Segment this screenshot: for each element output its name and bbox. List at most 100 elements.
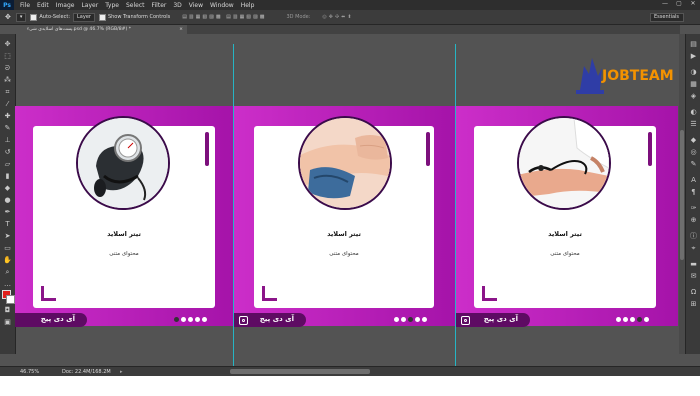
pagination-dot[interactable] <box>202 317 207 322</box>
menu-edit[interactable]: Edit <box>37 2 49 9</box>
clone-stamp-icon[interactable]: ⊥ <box>3 136 12 144</box>
lasso-tool-icon[interactable]: ᘐ <box>3 64 12 72</box>
align-icons[interactable]: ▤▥▦▧▨▩ ▤▥▦▧▨▩ <box>182 14 266 20</box>
move-tool-icon[interactable]: ✥ <box>5 13 11 21</box>
jobteam-watermark: JOBTEAM <box>572 52 674 96</box>
layers-panel-icon[interactable]: ◆ <box>689 136 698 144</box>
menu-select[interactable]: Select <box>126 2 145 9</box>
hand-tool-icon[interactable]: ✋ <box>3 256 12 264</box>
watermark-text: JOBTEAM <box>602 68 674 84</box>
arm-cuff-icon <box>298 116 392 210</box>
pagination-dot[interactable] <box>616 317 621 322</box>
card-accent-bar <box>205 132 209 166</box>
auto-select-checkbox[interactable] <box>30 13 38 21</box>
menu-help[interactable]: Help <box>241 2 255 9</box>
healing-brush-icon[interactable]: ✚ <box>3 112 12 120</box>
timeline-panel-icon[interactable]: ▬ <box>689 260 698 268</box>
layer-dropdown[interactable]: Layer <box>73 12 95 22</box>
pagination-dot[interactable] <box>394 317 399 322</box>
vertical-scrollbar-thumb[interactable] <box>680 130 684 260</box>
character-panel-icon[interactable]: A <box>689 176 698 184</box>
slide-title: تیتر اسلاید <box>327 230 361 238</box>
pagination-dot[interactable] <box>195 317 200 322</box>
navigator-panel-icon[interactable]: ⌖ <box>689 244 698 252</box>
brush-panel-icon[interactable]: ✑ <box>689 204 698 212</box>
paragraph-panel-icon[interactable]: ¶ <box>689 188 698 196</box>
close-tab-icon[interactable]: × <box>179 25 183 34</box>
slide-pagination <box>394 317 427 322</box>
channels-panel-icon[interactable]: ◎ <box>689 148 698 156</box>
eraser-icon[interactable]: ▱ <box>3 160 12 168</box>
brand-footer: آی دی پیج <box>456 313 530 327</box>
document-tab-title: پست‌های اسلایدی شیء.psd @ 46.7% (RGB/8#)… <box>27 27 132 32</box>
menu-3d[interactable]: 3D <box>173 2 181 9</box>
pagination-dot[interactable] <box>644 317 649 322</box>
pagination-dot[interactable] <box>422 317 427 322</box>
quick-mask-icon[interactable]: ◘ <box>3 306 12 314</box>
horizontal-scrollbar-thumb[interactable] <box>230 369 370 374</box>
pagination-dot-active[interactable] <box>174 317 179 322</box>
color-panel-icon[interactable]: ◑ <box>689 68 698 76</box>
path-select-icon[interactable]: ➤ <box>3 232 12 240</box>
info-panel-icon[interactable]: ⓘ <box>689 232 698 240</box>
history-panel-icon[interactable]: ▤ <box>689 40 698 48</box>
screen-mode-icon[interactable]: ▣ <box>3 318 12 326</box>
properties-panel-icon[interactable]: ☰ <box>689 120 698 128</box>
pen-tool-icon[interactable]: ✒ <box>3 208 12 216</box>
menu-file[interactable]: File <box>20 2 30 9</box>
swatches-panel-icon[interactable]: ▦ <box>689 80 698 88</box>
transform-controls-checkbox[interactable] <box>98 13 106 21</box>
move-tool-icon[interactable]: ✥ <box>3 40 12 48</box>
brush-tool-icon[interactable]: ✎ <box>3 124 12 132</box>
transform-controls-label: Show Transform Controls <box>107 14 171 20</box>
maximize-button[interactable]: ▢ <box>672 0 686 10</box>
pagination-dot[interactable] <box>188 317 193 322</box>
magic-wand-icon[interactable]: ⁂ <box>3 76 12 84</box>
more-tools-icon[interactable]: … <box>3 280 12 288</box>
blur-tool-icon[interactable]: ◆ <box>3 184 12 192</box>
document-tab[interactable]: پست‌های اسلایدی شیء.psd @ 46.7% (RGB/8#)… <box>22 25 187 34</box>
pagination-dot[interactable] <box>623 317 628 322</box>
menu-view[interactable]: View <box>189 2 203 9</box>
menu-type[interactable]: Type <box>105 2 119 9</box>
corner-decoration <box>482 286 497 301</box>
3d-mode-icons[interactable]: ◎✥✣⬌⬍ <box>322 14 353 20</box>
marquee-tool-icon[interactable]: ⬚ <box>3 52 12 60</box>
notes-panel-icon[interactable]: ✉ <box>689 272 698 280</box>
measure-panel-icon[interactable]: ⊞ <box>689 300 698 308</box>
paths-panel-icon[interactable]: ✎ <box>689 160 698 168</box>
pagination-dot[interactable] <box>415 317 420 322</box>
type-tool-icon[interactable]: T <box>3 220 12 228</box>
pagination-dot-active[interactable] <box>637 317 642 322</box>
status-menu-icon[interactable]: ▸ <box>120 369 123 375</box>
close-button[interactable]: ✕ <box>686 0 700 10</box>
pagination-dot-active[interactable] <box>408 317 413 322</box>
tool-preset-dropdown[interactable]: ▾ <box>15 12 27 22</box>
styles-panel-icon[interactable]: ◈ <box>689 92 698 100</box>
glyphs-panel-icon[interactable]: Ω <box>689 288 698 296</box>
zoom-tool-icon[interactable]: ⌕ <box>3 268 12 276</box>
card-accent-bar <box>648 132 652 166</box>
minimize-button[interactable]: — <box>658 0 672 10</box>
adjustments-panel-icon[interactable]: ◐ <box>689 108 698 116</box>
menu-window[interactable]: Window <box>210 2 234 9</box>
zoom-level[interactable]: 46.75% <box>20 369 39 375</box>
actions-panel-icon[interactable]: ▶ <box>689 52 698 60</box>
shape-tool-icon[interactable]: ▭ <box>3 244 12 252</box>
gradient-tool-icon[interactable]: ▮ <box>3 172 12 180</box>
background-color-swatch[interactable] <box>6 295 15 304</box>
pagination-dot[interactable] <box>401 317 406 322</box>
pagination-dot[interactable] <box>181 317 186 322</box>
menu-image[interactable]: Image <box>56 2 75 9</box>
corner-decoration <box>262 286 277 301</box>
corner-decoration <box>41 286 56 301</box>
crop-tool-icon[interactable]: ⌗ <box>3 88 12 96</box>
dodge-tool-icon[interactable]: ● <box>3 196 12 204</box>
history-brush-icon[interactable]: ↺ <box>3 148 12 156</box>
menu-filter[interactable]: Filter <box>152 2 167 9</box>
workspace-dropdown[interactable]: Essentials <box>650 12 684 22</box>
eyedropper-icon[interactable]: ⁄ <box>3 100 12 108</box>
pagination-dot[interactable] <box>630 317 635 322</box>
menu-layer[interactable]: Layer <box>81 2 98 9</box>
clone-source-panel-icon[interactable]: ⊕ <box>689 216 698 224</box>
